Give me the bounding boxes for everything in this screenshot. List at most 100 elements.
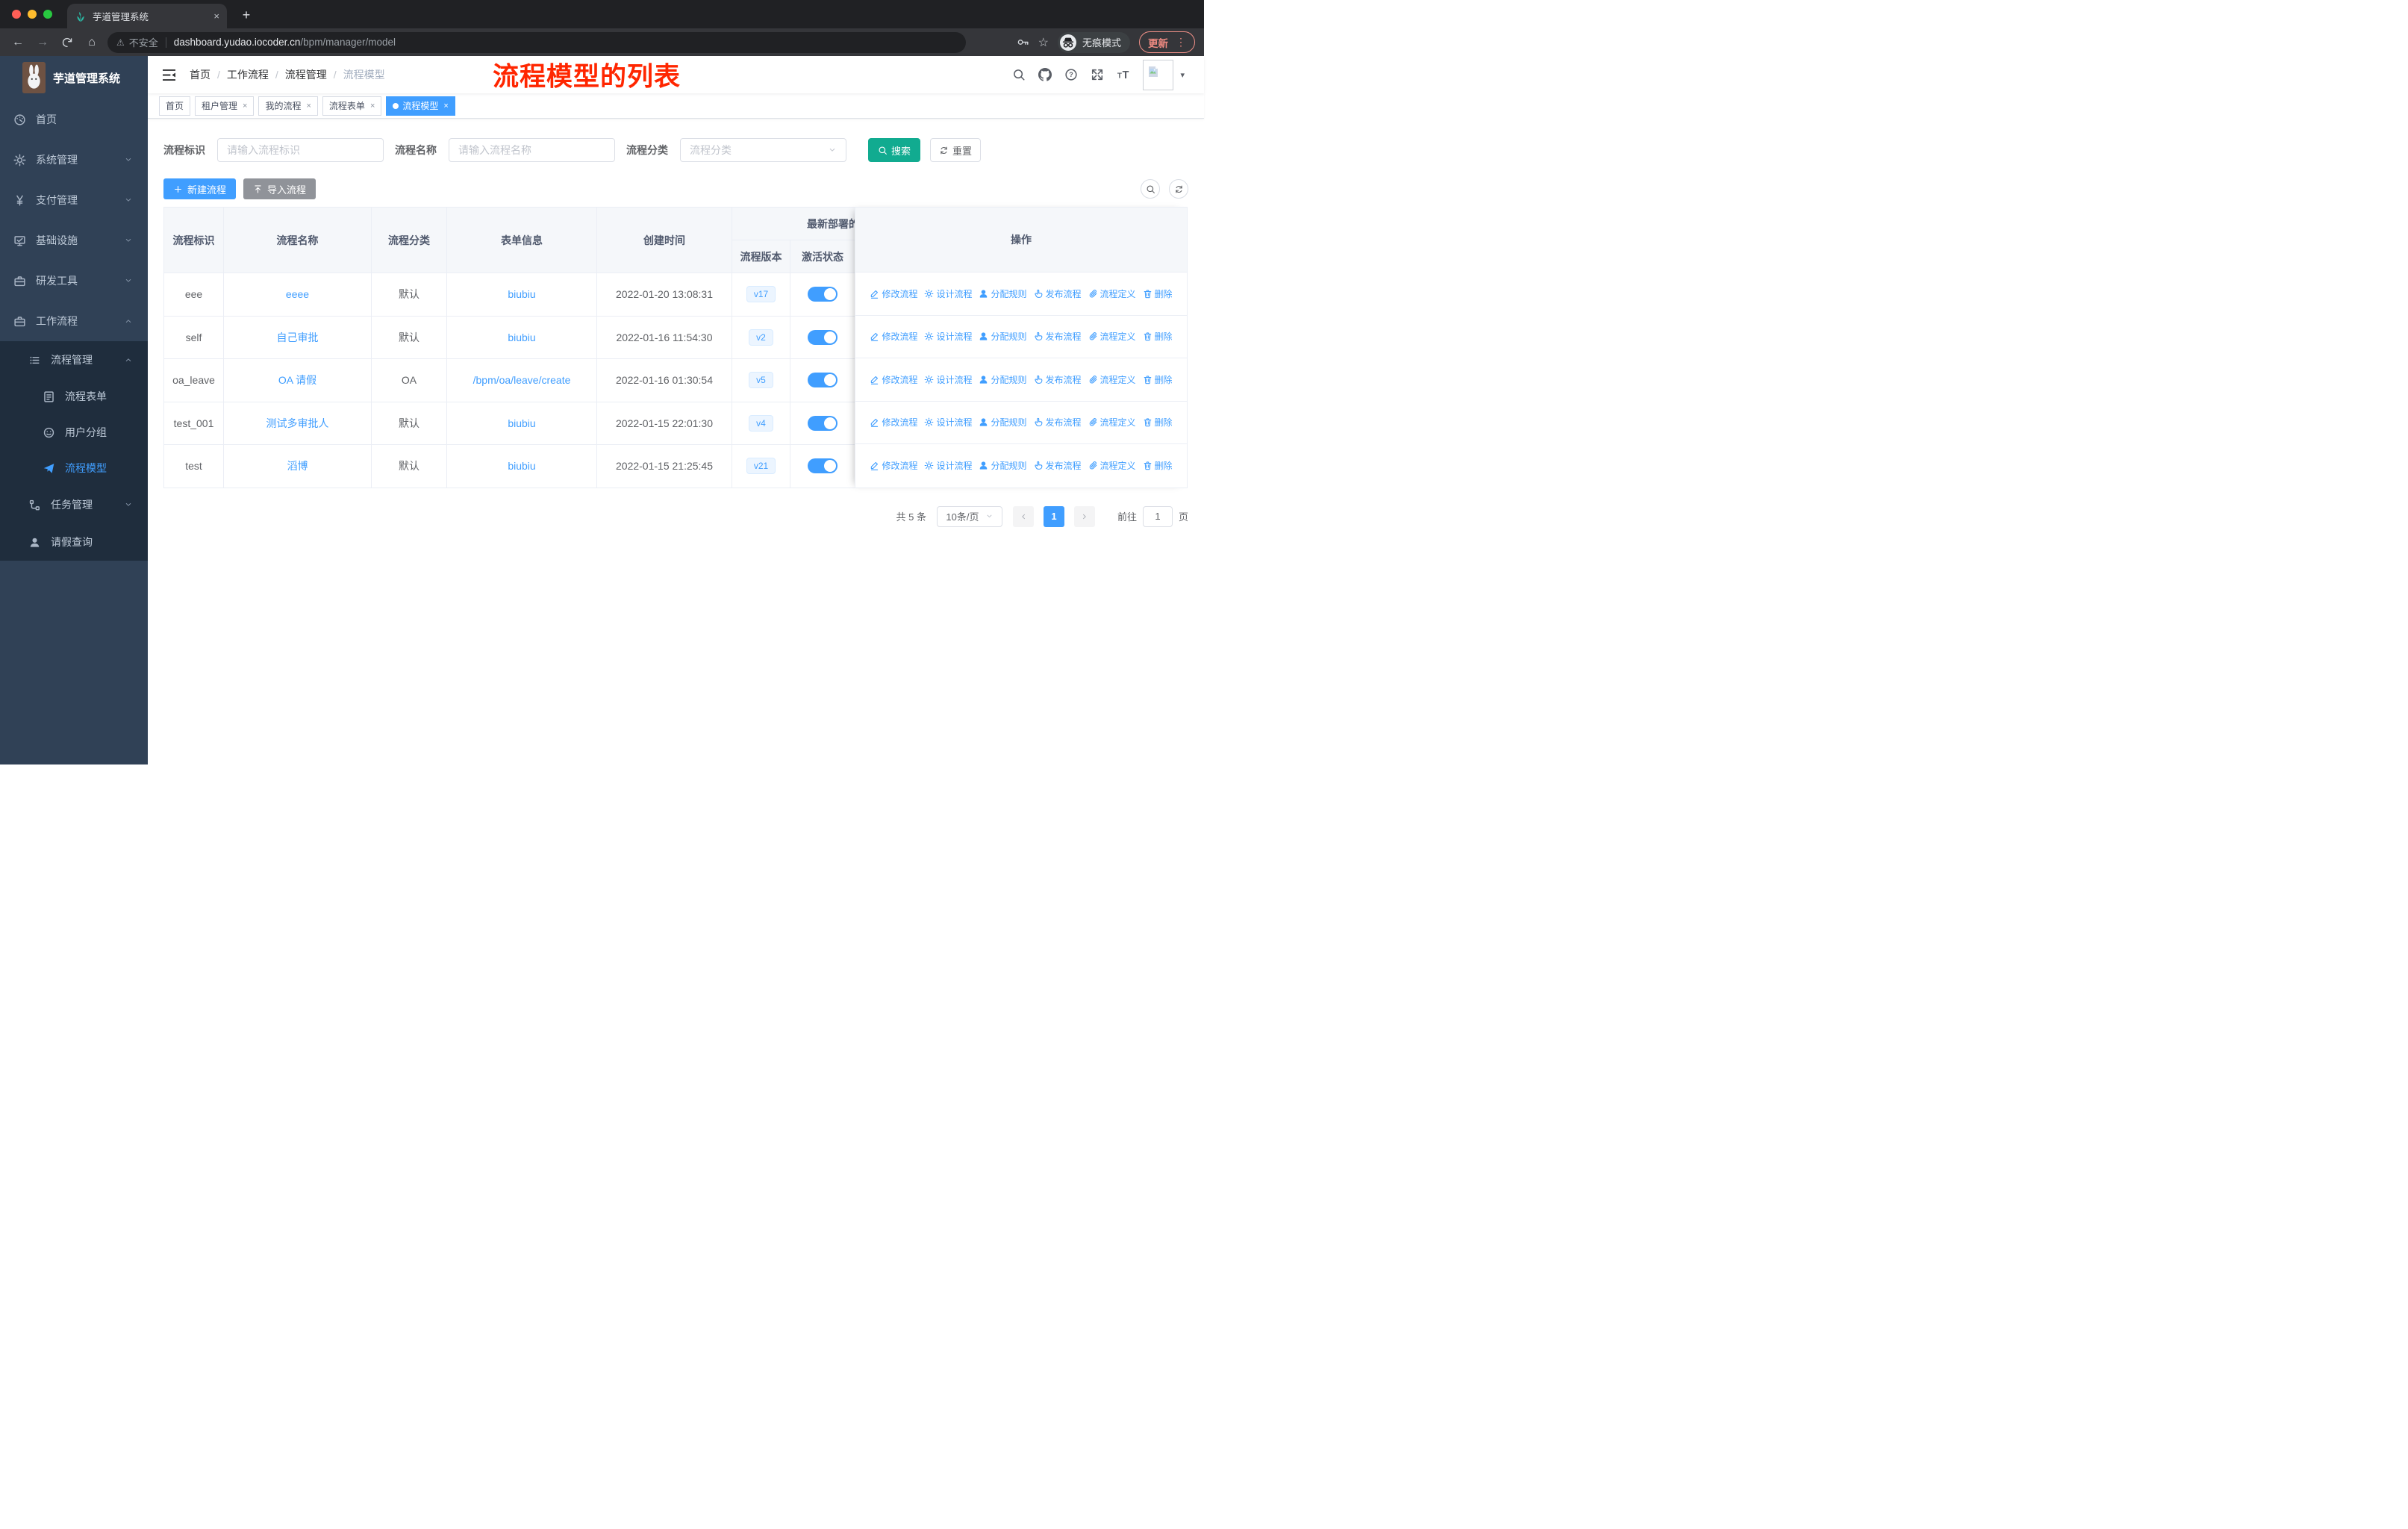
window-close-button[interactable]: [12, 10, 21, 19]
action-assign-rule[interactable]: 分配规则: [979, 373, 1027, 386]
action-publish-model[interactable]: 发布流程: [1034, 287, 1082, 300]
form-info-link[interactable]: biubiu: [508, 288, 535, 300]
sidebar-item-home[interactable]: 首页: [0, 99, 148, 140]
chrome-update-button[interactable]: 更新 ⋮: [1139, 31, 1195, 53]
action-process-definition[interactable]: 流程定义: [1088, 373, 1136, 386]
action-edit-model[interactable]: 修改流程: [870, 416, 917, 429]
fullscreen-icon[interactable]: [1091, 68, 1104, 81]
action-design-model[interactable]: 设计流程: [924, 373, 972, 386]
action-edit-model[interactable]: 修改流程: [870, 373, 917, 386]
new-tab-button[interactable]: +: [237, 6, 255, 24]
page-number[interactable]: 1: [1043, 505, 1064, 527]
action-publish-model[interactable]: 发布流程: [1034, 330, 1082, 343]
help-icon[interactable]: [1064, 68, 1078, 81]
window-minimize-button[interactable]: [28, 10, 37, 19]
reload-icon[interactable]: [58, 34, 76, 52]
tag-流程模型[interactable]: 流程模型 ×: [386, 96, 455, 116]
home-icon[interactable]: ⌂: [83, 34, 101, 52]
action-design-model[interactable]: 设计流程: [924, 287, 972, 300]
process-name-input[interactable]: [449, 138, 615, 162]
action-edit-model[interactable]: 修改流程: [870, 459, 917, 472]
active-toggle[interactable]: [808, 415, 838, 431]
active-toggle[interactable]: [808, 373, 838, 388]
breadcrumb-item[interactable]: 首页: [190, 67, 210, 82]
action-process-definition[interactable]: 流程定义: [1088, 459, 1136, 472]
close-icon[interactable]: ×: [243, 102, 247, 110]
close-icon[interactable]: ×: [306, 102, 311, 110]
breadcrumb-item[interactable]: 工作流程: [227, 67, 269, 82]
sidebar-item-process-form[interactable]: 流程表单: [0, 379, 148, 414]
prev-page-button[interactable]: [1012, 505, 1034, 527]
form-info-link[interactable]: biubiu: [508, 417, 535, 429]
model-name-link[interactable]: 测试多审批人: [266, 417, 329, 429]
model-name-link[interactable]: 滔博: [287, 460, 308, 472]
action-assign-rule[interactable]: 分配规则: [979, 416, 1027, 429]
action-process-definition[interactable]: 流程定义: [1088, 287, 1136, 300]
tag-我的流程[interactable]: 我的流程 ×: [258, 96, 318, 116]
action-design-model[interactable]: 设计流程: [924, 459, 972, 472]
tag-流程表单[interactable]: 流程表单 ×: [322, 96, 382, 116]
reset-button[interactable]: 重置: [930, 138, 981, 162]
active-toggle[interactable]: [808, 458, 838, 474]
sidebar-item-process-model[interactable]: 流程模型: [0, 450, 148, 486]
import-model-button[interactable]: 导入流程: [243, 178, 316, 199]
action-publish-model[interactable]: 发布流程: [1034, 373, 1082, 386]
avatar[interactable]: [1143, 59, 1174, 90]
forward-icon[interactable]: →: [34, 34, 52, 52]
security-label[interactable]: 不安全: [129, 35, 158, 49]
version-badge[interactable]: v17: [746, 286, 776, 303]
browser-menu-icon[interactable]: ⋮: [1176, 36, 1186, 49]
url-bar[interactable]: ⚠ 不安全 dashboard.yudao.iocoder.cn/bpm/man…: [107, 31, 966, 53]
hamburger-icon[interactable]: [162, 69, 176, 81]
github-icon[interactable]: [1038, 68, 1052, 81]
bookmark-star-icon[interactable]: ☆: [1038, 35, 1049, 50]
form-info-link[interactable]: /bpm/oa/leave/create: [473, 374, 571, 386]
action-process-definition[interactable]: 流程定义: [1088, 330, 1136, 343]
version-badge[interactable]: v21: [746, 458, 776, 475]
action-assign-rule[interactable]: 分配规则: [979, 459, 1027, 472]
refresh-table-button[interactable]: [1169, 179, 1188, 199]
search-icon[interactable]: [1012, 68, 1026, 81]
browser-tab[interactable]: 芋道管理系统 ×: [67, 4, 227, 28]
process-key-input[interactable]: [217, 138, 384, 162]
version-badge[interactable]: v2: [749, 328, 773, 346]
action-assign-rule[interactable]: 分配规则: [979, 287, 1027, 300]
action-delete-model[interactable]: 删除: [1143, 373, 1173, 386]
action-publish-model[interactable]: 发布流程: [1034, 459, 1082, 472]
category-select[interactable]: 流程分类: [680, 138, 846, 162]
tab-close-icon[interactable]: ×: [213, 10, 219, 22]
sidebar-item-dev-tools[interactable]: 研发工具: [0, 261, 148, 301]
fontsize-icon[interactable]: [1117, 68, 1130, 81]
action-edit-model[interactable]: 修改流程: [870, 330, 917, 343]
version-badge[interactable]: v5: [749, 372, 773, 389]
action-assign-rule[interactable]: 分配规则: [979, 330, 1027, 343]
action-edit-model[interactable]: 修改流程: [870, 287, 917, 300]
form-info-link[interactable]: biubiu: [508, 331, 535, 343]
window-zoom-button[interactable]: [43, 10, 52, 19]
sidebar-item-task-manage[interactable]: 任务管理: [0, 486, 148, 523]
version-badge[interactable]: v4: [749, 414, 773, 432]
action-delete-model[interactable]: 删除: [1143, 459, 1173, 472]
action-publish-model[interactable]: 发布流程: [1034, 416, 1082, 429]
model-name-link[interactable]: 自己审批: [277, 331, 319, 343]
action-delete-model[interactable]: 删除: [1143, 330, 1173, 343]
next-page-button[interactable]: [1073, 505, 1095, 527]
page-size-select[interactable]: 10条/页: [936, 505, 1002, 527]
action-design-model[interactable]: 设计流程: [924, 416, 972, 429]
sidebar-item-system-manage[interactable]: 系统管理: [0, 140, 148, 180]
key-icon[interactable]: [1017, 36, 1029, 49]
sidebar-item-workflow[interactable]: 工作流程: [0, 301, 148, 341]
create-model-button[interactable]: 新建流程: [163, 178, 237, 199]
form-info-link[interactable]: biubiu: [508, 460, 535, 472]
back-icon[interactable]: ←: [9, 34, 27, 52]
model-name-link[interactable]: OA 请假: [278, 374, 316, 386]
search-button[interactable]: 搜索: [868, 138, 920, 162]
sidebar-item-leave-query[interactable]: 请假查询: [0, 523, 148, 561]
sidebar-item-process-manage[interactable]: 流程管理: [0, 341, 148, 379]
goto-page-input[interactable]: [1142, 505, 1173, 527]
action-delete-model[interactable]: 删除: [1143, 287, 1173, 300]
model-name-link[interactable]: eeee: [286, 288, 309, 300]
tag-租户管理[interactable]: 租户管理 ×: [195, 96, 255, 116]
close-icon[interactable]: ×: [443, 102, 448, 110]
close-icon[interactable]: ×: [370, 102, 375, 110]
